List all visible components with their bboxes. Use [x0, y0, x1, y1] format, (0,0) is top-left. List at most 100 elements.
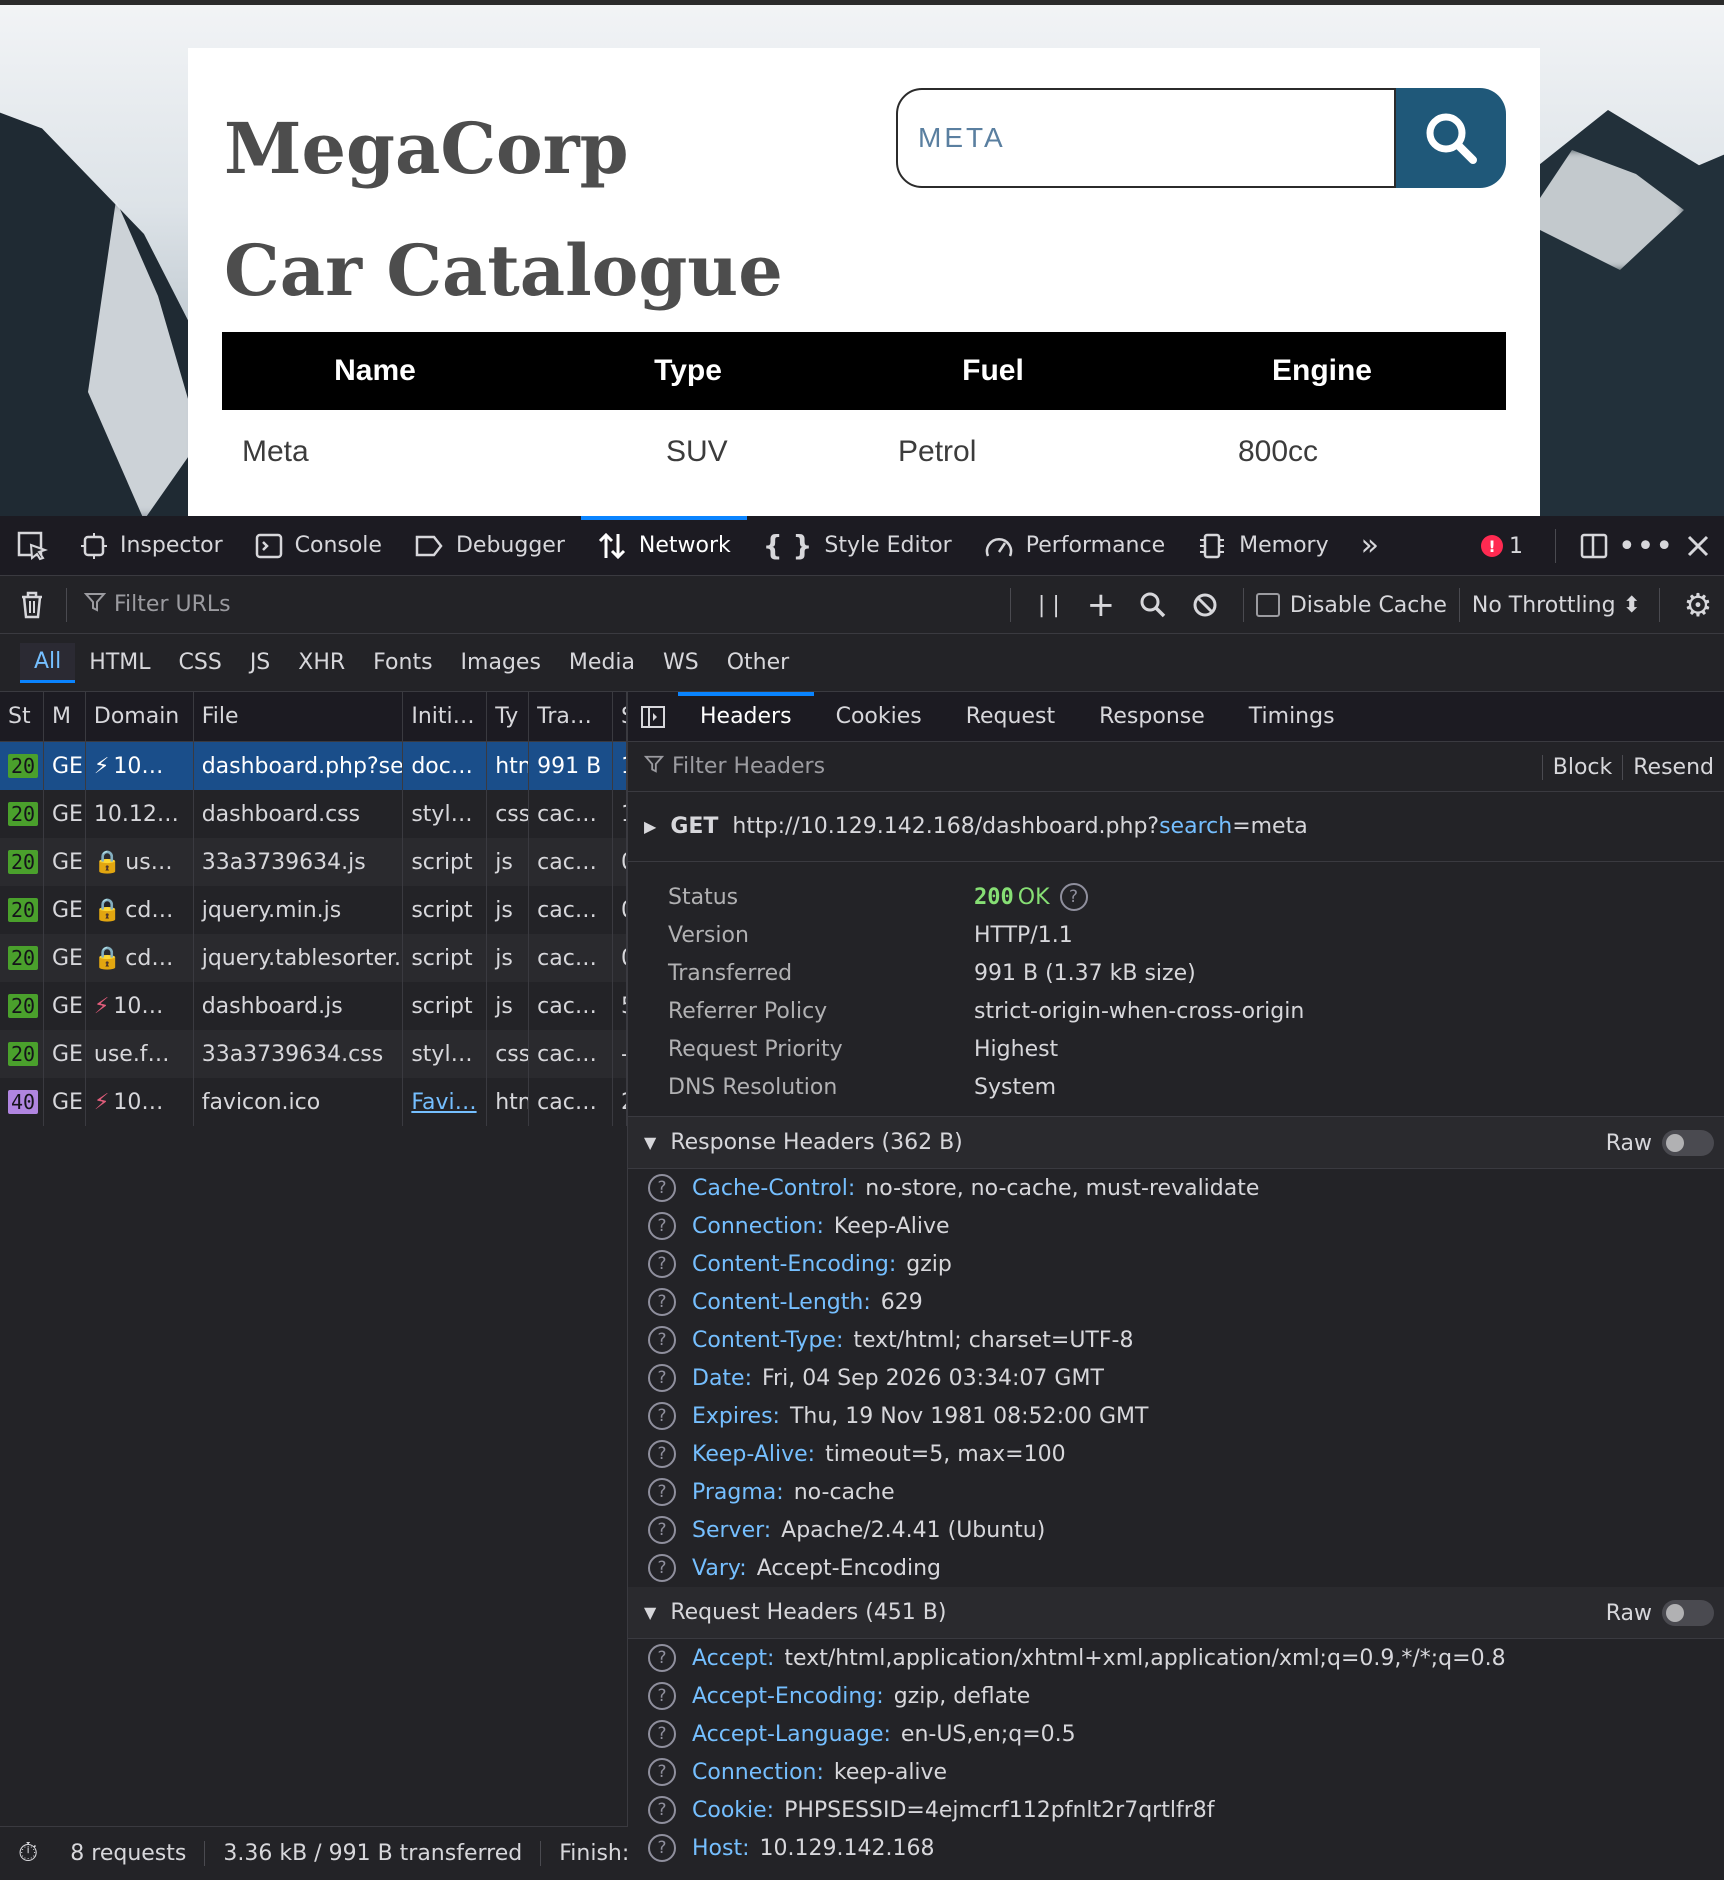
column-method[interactable]: M: [44, 692, 86, 741]
table-row[interactable]: 20 GE 🔒 cd… jquery.tablesorter.m script j…: [0, 934, 627, 982]
network-settings-button[interactable]: ⚙: [1672, 576, 1724, 634]
table-row[interactable]: 20 GE 10.12… dashboard.css styl… css cac…: [0, 790, 627, 838]
filter-images[interactable]: Images: [447, 644, 555, 681]
filter-html[interactable]: HTML: [75, 644, 164, 681]
tab-request[interactable]: Request: [944, 692, 1077, 742]
filter-css[interactable]: CSS: [165, 644, 236, 681]
raw-switch[interactable]: [1662, 1600, 1714, 1626]
help-icon[interactable]: ?: [648, 1212, 676, 1240]
help-icon[interactable]: ?: [648, 1250, 676, 1278]
tab-style-editor[interactable]: { } Style Editor: [747, 516, 968, 576]
help-icon[interactable]: ?: [648, 1516, 676, 1544]
raw-toggle[interactable]: Raw: [1606, 1117, 1714, 1169]
filter-urls-input[interactable]: Filter URLs: [83, 591, 1064, 619]
help-icon[interactable]: ?: [1059, 883, 1088, 911]
tab-memory[interactable]: Memory: [1181, 516, 1344, 576]
table-row[interactable]: 20 GE use.f… 33a3739634.css styl… css ca…: [0, 1030, 627, 1078]
search-button[interactable]: [1396, 88, 1506, 188]
plus-icon: +: [1086, 585, 1116, 625]
more-options-button[interactable]: •••: [1617, 517, 1675, 575]
resend-button[interactable]: Resend: [1622, 754, 1724, 780]
error-count-badge[interactable]: ! 1: [1481, 534, 1523, 559]
file-cell: 33a3739634.css: [194, 1030, 404, 1078]
column-transferred[interactable]: Tra…: [529, 692, 613, 741]
header-value: no-store, no-cache, must-revalidate: [865, 1175, 1260, 1201]
size-cell: 0: [613, 886, 627, 934]
tab-console[interactable]: Console: [239, 516, 398, 576]
help-icon[interactable]: ?: [648, 1796, 676, 1824]
tab-cookies[interactable]: Cookies: [814, 692, 944, 742]
tab-timings[interactable]: Timings: [1227, 692, 1357, 742]
block-urls-button[interactable]: [1179, 576, 1231, 634]
search-requests-button[interactable]: [1127, 576, 1179, 634]
help-icon[interactable]: ?: [648, 1288, 676, 1316]
column-header-fuel[interactable]: Fuel: [848, 332, 1138, 410]
column-header-engine[interactable]: Engine: [1138, 332, 1506, 410]
status-text: OK: [1017, 884, 1050, 910]
column-file[interactable]: File: [194, 692, 404, 741]
raw-switch[interactable]: [1662, 1130, 1714, 1156]
pause-recording-button[interactable]: | |: [1023, 576, 1075, 634]
column-initiator[interactable]: Initi…: [403, 692, 488, 741]
table-row[interactable]: 20 GE ⚡10… dashboard.php?sear doc… htn 9…: [0, 742, 627, 790]
filter-other[interactable]: Other: [713, 644, 803, 681]
search-input[interactable]: META: [896, 88, 1396, 188]
tab-inspector[interactable]: Inspector: [64, 516, 239, 576]
column-status[interactable]: St: [0, 692, 44, 741]
filter-all[interactable]: All: [20, 642, 76, 683]
help-icon[interactable]: ?: [648, 1326, 676, 1354]
help-icon[interactable]: ?: [648, 1440, 676, 1468]
request-headers-section-toggle[interactable]: ▼ Request Headers (451 B) Raw: [628, 1587, 1724, 1639]
table-row[interactable]: 20 GE ⚡10… dashboard.js script js cac… 5: [0, 982, 627, 1030]
filter-fonts[interactable]: Fonts: [359, 644, 446, 681]
help-icon[interactable]: ?: [648, 1682, 676, 1710]
table-row[interactable]: 20 GE 🔒 us… 33a3739634.js script js cac… …: [0, 838, 627, 886]
element-picker-button[interactable]: [0, 516, 64, 576]
close-devtools-button[interactable]: [1672, 517, 1724, 575]
filter-xhr[interactable]: XHR: [284, 644, 359, 681]
help-icon[interactable]: ?: [648, 1554, 676, 1582]
filter-media[interactable]: Media: [555, 644, 649, 681]
help-icon[interactable]: ?: [648, 1174, 676, 1202]
tab-response[interactable]: Response: [1077, 692, 1227, 742]
toggle-sidebar-button[interactable]: [628, 692, 678, 742]
column-type[interactable]: Ty: [487, 692, 530, 741]
help-icon[interactable]: ?: [648, 1720, 676, 1748]
help-icon[interactable]: ?: [648, 1478, 676, 1506]
raw-toggle[interactable]: Raw: [1606, 1587, 1714, 1639]
help-icon[interactable]: ?: [648, 1758, 676, 1786]
column-header-name[interactable]: Name: [222, 332, 528, 410]
ellipsis-icon: •••: [1617, 528, 1675, 564]
initiator-cell: script: [403, 934, 488, 982]
filter-headers-input[interactable]: Filter Headers Block Resend: [628, 742, 1724, 792]
header-row: ? Connection: keep-alive: [628, 1753, 1724, 1791]
help-icon[interactable]: ?: [648, 1402, 676, 1430]
new-request-button[interactable]: +: [1075, 576, 1127, 634]
filter-ws[interactable]: WS: [649, 644, 713, 681]
tab-debugger[interactable]: Debugger: [398, 516, 581, 576]
more-tools-button[interactable]: »: [1345, 516, 1395, 576]
table-row[interactable]: 40 GE ⚡10… favicon.ico Favi… htn cac… 2: [0, 1078, 627, 1126]
divider: [1659, 588, 1660, 622]
column-domain[interactable]: Domain: [86, 692, 194, 741]
column-header-type[interactable]: Type: [528, 332, 848, 410]
dock-toggle-button[interactable]: [1568, 517, 1620, 575]
response-headers-section-toggle[interactable]: ▼ Response Headers (362 B) Raw: [628, 1117, 1724, 1169]
help-icon[interactable]: ?: [648, 1834, 676, 1862]
disable-cache-checkbox[interactable]: [1255, 593, 1280, 617]
tab-headers[interactable]: Headers: [678, 692, 814, 742]
request-url-line[interactable]: ▶ GET http://10.129.142.168/dashboard.ph…: [628, 792, 1724, 862]
tab-performance[interactable]: Performance: [968, 516, 1181, 576]
help-icon[interactable]: ?: [648, 1364, 676, 1392]
filter-js[interactable]: JS: [236, 644, 284, 681]
column-size[interactable]: S: [613, 692, 627, 741]
initiator-link[interactable]: Favi…: [411, 1090, 476, 1115]
tab-network[interactable]: Network: [580, 515, 747, 576]
method-cell: GE: [44, 982, 86, 1030]
throttling-select[interactable]: No Throttling ⬍: [1472, 593, 1641, 618]
help-icon[interactable]: ?: [648, 1644, 676, 1672]
disable-cache-toggle[interactable]: Disable Cache: [1255, 593, 1447, 618]
block-button[interactable]: Block: [1541, 754, 1623, 780]
clear-requests-button[interactable]: [6, 576, 58, 634]
table-row[interactable]: 20 GE 🔒 cd… jquery.min.js script js cac… …: [0, 886, 627, 934]
